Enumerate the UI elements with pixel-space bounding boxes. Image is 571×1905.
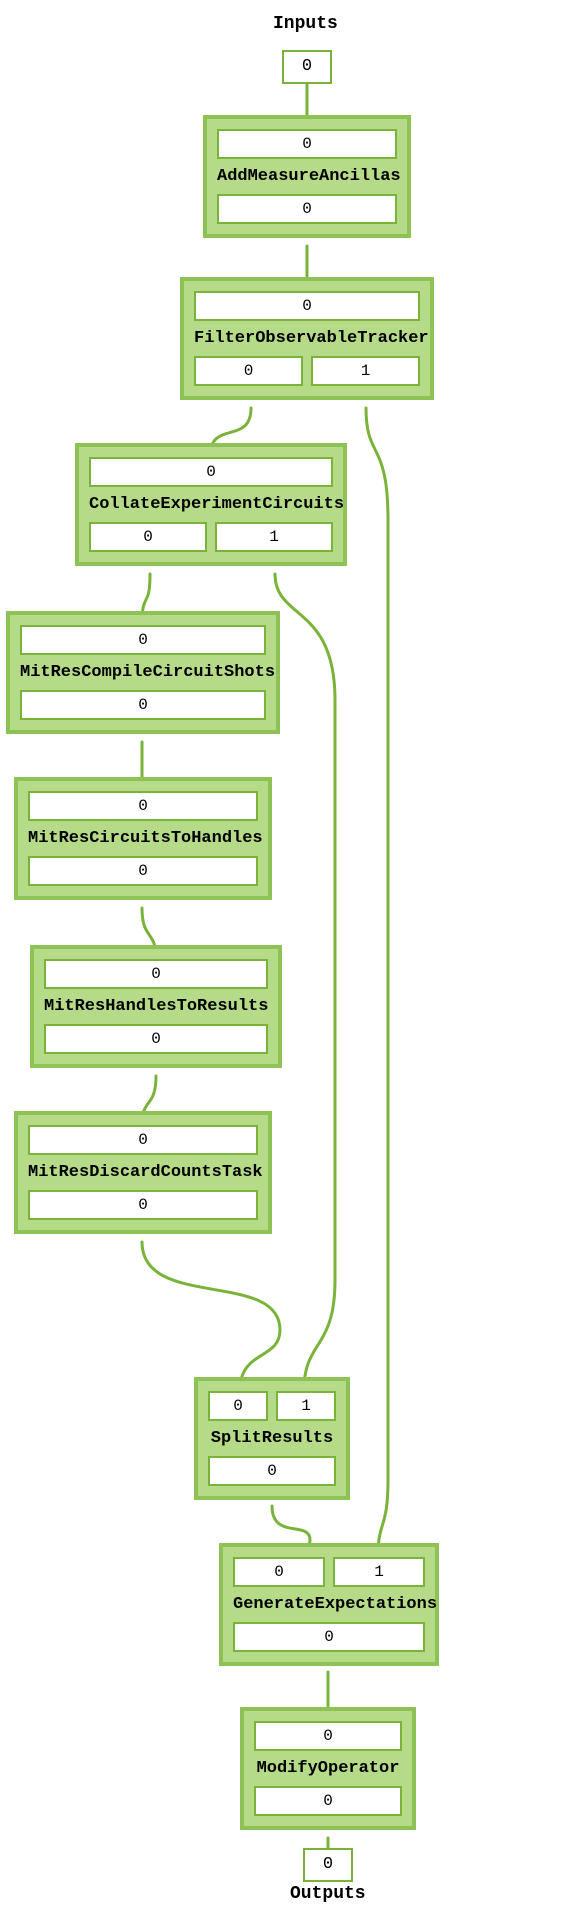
output-ports: 0 [44,1024,268,1054]
outputs-port-0: 0 [303,1848,353,1882]
output-ports: 0 [28,1190,258,1220]
node-filter-observable-tracker: 0 FilterObservableTracker 0 1 [180,277,434,400]
node-title: MitResHandlesToResults [44,989,268,1024]
node-mitres-discard-counts-task: 0 MitResDiscardCountsTask 0 [14,1111,272,1234]
input-ports: 0 [89,457,333,487]
port-out-0: 0 [28,1190,258,1220]
port-out-0: 0 [44,1024,268,1054]
port-in-0: 0 [254,1721,402,1751]
port-out-0: 0 [254,1786,402,1816]
port-out-0: 0 [89,522,207,552]
node-title: MitResCircuitsToHandles [28,821,258,856]
inputs-label: Inputs [273,14,338,34]
output-ports: 0 [233,1622,425,1652]
node-generate-expectations: 0 1 GenerateExpectations 0 [219,1543,439,1666]
input-ports: 0 [44,959,268,989]
port-out-0: 0 [233,1622,425,1652]
inputs-port-0: 0 [282,50,332,84]
port-in-0: 0 [217,129,397,159]
input-ports: 0 [28,1125,258,1155]
port-in-0: 0 [233,1557,325,1587]
output-ports: 0 [20,690,266,720]
port-in-0: 0 [28,1125,258,1155]
node-title: SplitResults [208,1421,336,1456]
port-out-1: 1 [215,522,333,552]
port-in-0: 0 [89,457,333,487]
port-out-0: 0 [217,194,397,224]
output-ports: 0 [254,1786,402,1816]
node-split-results: 0 1 SplitResults 0 [194,1377,350,1500]
node-title: MitResDiscardCountsTask [28,1155,258,1190]
port-in-0: 0 [44,959,268,989]
input-ports: 0 [217,129,397,159]
input-ports: 0 [20,625,266,655]
port-in-0: 0 [28,791,258,821]
output-ports: 0 [208,1456,336,1486]
input-ports: 0 [254,1721,402,1751]
port-in-0: 0 [20,625,266,655]
output-ports: 0 [28,856,258,886]
node-mitres-handles-to-results: 0 MitResHandlesToResults 0 [30,945,282,1068]
node-title: FilterObservableTracker [194,321,420,356]
port-out-0: 0 [20,690,266,720]
output-ports: 0 1 [89,522,333,552]
outputs-label: Outputs [290,1884,366,1904]
port-in-0: 0 [208,1391,268,1421]
node-title: CollateExperimentCircuits [89,487,333,522]
port-in-1: 1 [333,1557,425,1587]
node-mitres-compile-circuit-shots: 0 MitResCompileCircuitShots 0 [6,611,280,734]
node-title: MitResCompileCircuitShots [20,655,266,690]
input-ports: 0 [28,791,258,821]
node-title: ModifyOperator [254,1751,402,1786]
node-modify-operator: 0 ModifyOperator 0 [240,1707,416,1830]
port-out-0: 0 [208,1456,336,1486]
node-title: GenerateExpectations [233,1587,425,1622]
port-out-0: 0 [28,856,258,886]
port-out-1: 1 [311,356,420,386]
output-ports: 0 [217,194,397,224]
output-ports: 0 1 [194,356,420,386]
input-ports: 0 1 [233,1557,425,1587]
port-in-1: 1 [276,1391,336,1421]
port-out-0: 0 [194,356,303,386]
port-in-0: 0 [194,291,420,321]
node-collate-experiment-circuits: 0 CollateExperimentCircuits 0 1 [75,443,347,566]
node-title: AddMeasureAncillas [217,159,397,194]
node-add-measure-ancillas: 0 AddMeasureAncillas 0 [203,115,411,238]
input-ports: 0 1 [208,1391,336,1421]
input-ports: 0 [194,291,420,321]
node-mitres-circuits-to-handles: 0 MitResCircuitsToHandles 0 [14,777,272,900]
